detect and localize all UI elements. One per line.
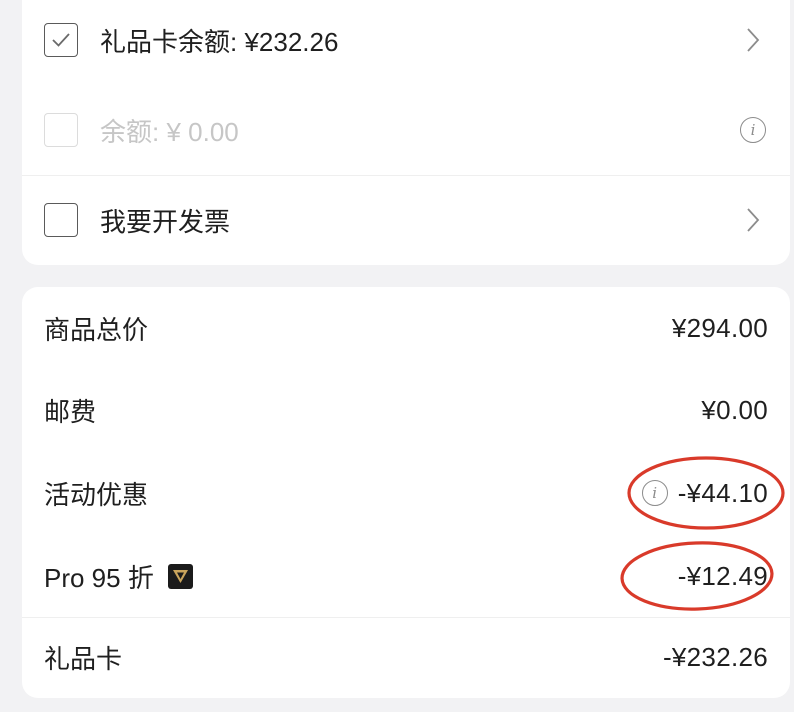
checkbox[interactable]: [44, 23, 78, 57]
price-summary-card: 商品总价 ¥294.00 邮费 ¥0.00 活动优惠 i -¥44.10 Pro…: [22, 287, 790, 698]
chevron-right-icon[interactable]: [738, 25, 768, 55]
option-balance: 余额: ¥ 0.00 i: [22, 90, 790, 170]
row-label-wrap: Pro 95 折: [44, 558, 193, 595]
option-gift-card-balance[interactable]: 礼品卡余额: ¥232.26: [22, 0, 790, 80]
row-value: -¥44.10: [677, 477, 768, 508]
summary-row-subtotal: 商品总价 ¥294.00: [22, 288, 790, 368]
info-icon[interactable]: i: [641, 480, 668, 506]
row-value: ¥294.00: [671, 312, 768, 343]
checkbox[interactable]: [44, 203, 78, 237]
checkmark-icon: [52, 33, 70, 47]
option-invoice[interactable]: 我要开发票: [22, 180, 790, 260]
row-value: -¥232.26: [662, 641, 768, 672]
row-value: ¥0.00: [701, 394, 768, 425]
row-label: 商品总价: [44, 314, 149, 345]
option-label: 我要开发票: [100, 206, 231, 237]
divider: [22, 175, 790, 176]
summary-row-shipping: 邮费 ¥0.00: [22, 370, 790, 450]
row-label: 活动优惠: [44, 479, 149, 510]
payment-options-card: 礼品卡余额: ¥232.26 余额: ¥ 0.00 i 我要开发票: [22, 0, 790, 265]
option-label: 余额: ¥ 0.00: [100, 116, 239, 147]
info-glyph: i: [740, 117, 766, 143]
chevron-right-icon[interactable]: [738, 205, 768, 235]
row-label: 礼品卡: [44, 643, 123, 674]
row-label: 邮费: [44, 396, 97, 427]
info-icon[interactable]: i: [738, 115, 768, 145]
summary-row-gift-card: 礼品卡 -¥232.26: [22, 617, 790, 697]
summary-row-promotion: 活动优惠 i -¥44.10: [22, 453, 790, 533]
option-label: 礼品卡余额: ¥232.26: [100, 26, 339, 57]
row-value: -¥12.49: [677, 560, 768, 591]
row-label: Pro 95 折: [44, 562, 154, 593]
pro-badge-icon: [167, 563, 193, 589]
summary-row-pro-discount: Pro 95 折 -¥12.49: [22, 536, 790, 616]
checkbox: [44, 113, 78, 147]
